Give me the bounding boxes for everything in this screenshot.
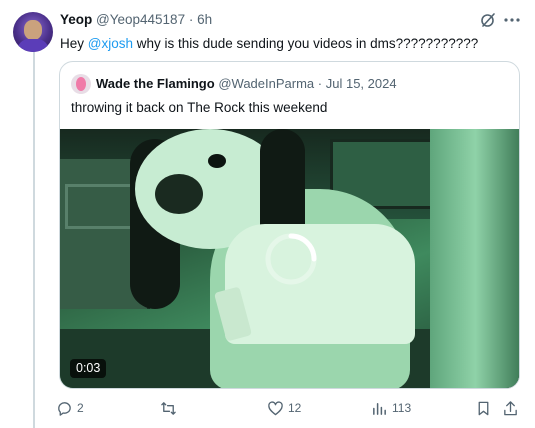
quoted-avatar[interactable] xyxy=(71,74,91,94)
reply-button[interactable]: 2 xyxy=(56,398,84,418)
author-name[interactable]: Yeop xyxy=(60,12,92,27)
tweet-text: Hey @xjosh why is this dude sending you … xyxy=(60,35,478,53)
video-bg-curtain xyxy=(430,129,519,388)
video-timestamp: 0:03 xyxy=(70,359,107,378)
quoted-header: Wade the Flamingo @WadeInParma · Jul 15,… xyxy=(96,76,397,92)
reply-icon xyxy=(58,401,71,416)
quoted-author-handle: @WadeInParma xyxy=(218,76,315,91)
video-mascot-snout xyxy=(155,174,203,214)
more-icon[interactable] xyxy=(503,12,521,28)
video-mascot-eye xyxy=(208,154,226,168)
video-mascot-shirt xyxy=(225,224,415,344)
tweet-text-before: Hey xyxy=(60,36,88,51)
video-player[interactable]: 0:03 xyxy=(60,129,519,388)
avatar-face xyxy=(24,20,42,40)
repost-button[interactable] xyxy=(160,398,181,418)
quoted-separator-dot: · xyxy=(317,76,323,91)
like-button[interactable]: 12 xyxy=(267,398,301,418)
share-button[interactable] xyxy=(502,398,519,418)
bookmark-button[interactable] xyxy=(475,398,492,418)
views-button[interactable]: 113 xyxy=(371,398,411,418)
action-bar: 2 12 113 xyxy=(56,398,523,420)
share-icon xyxy=(504,400,517,415)
separator-dot: · xyxy=(188,12,194,27)
repost-icon xyxy=(161,401,176,415)
quoted-author-name: Wade the Flamingo xyxy=(96,76,215,91)
bookmark-icon xyxy=(478,401,489,415)
quoted-tweet[interactable]: Wade the Flamingo @WadeInParma · Jul 15,… xyxy=(59,61,520,389)
tweet-header: Yeop @Yeop445187 · 6h xyxy=(60,12,212,28)
tweet-text-after: why is this dude sending you videos in d… xyxy=(133,36,479,51)
like-icon xyxy=(268,400,283,415)
grok-icon[interactable] xyxy=(480,12,496,28)
loading-spinner-icon xyxy=(265,233,317,285)
author-handle[interactable]: @Yeop445187 xyxy=(96,12,185,27)
mention-link[interactable]: @xjosh xyxy=(88,36,133,51)
quoted-date: Jul 15, 2024 xyxy=(325,76,397,91)
like-count: 12 xyxy=(288,401,302,415)
reply-count: 2 xyxy=(77,401,84,415)
avatar[interactable] xyxy=(13,12,53,52)
video-bg-door-panel xyxy=(65,184,135,229)
quoted-text: throwing it back on The Rock this weeken… xyxy=(71,100,328,115)
views-icon xyxy=(373,402,386,415)
avatar-shirt xyxy=(17,39,49,52)
tweet-time[interactable]: 6h xyxy=(197,12,212,27)
thread-line xyxy=(33,52,35,428)
views-count: 113 xyxy=(392,401,412,415)
